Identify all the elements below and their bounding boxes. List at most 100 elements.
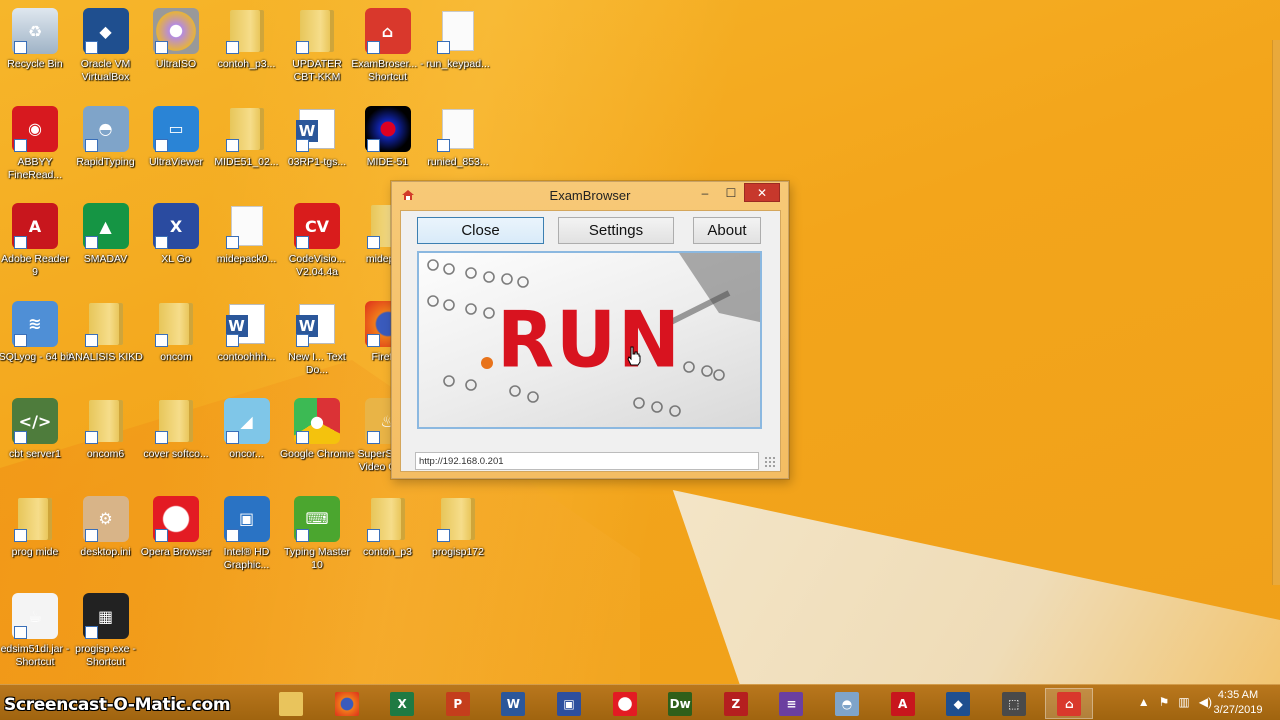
taskbar-button[interactable]: ▣ (545, 688, 593, 719)
minimize-button[interactable]: – (692, 183, 718, 202)
desktop-icon-label: runied_853... (427, 155, 489, 168)
desktop-icon[interactable]: ▦ progisp.exe - Shortcut (70, 589, 142, 681)
desktop-icon[interactable]: prog mide (0, 492, 71, 584)
desktop-icon-label: Typing Master 10 (284, 545, 350, 571)
taskbar-button[interactable]: Dw (656, 688, 704, 719)
desktop-icon[interactable]: contoohhh... (211, 297, 283, 389)
desktop-icon[interactable]: ▭ UltraViewer (140, 102, 212, 194)
desktop-icon[interactable]: midepack0... (211, 199, 283, 291)
desktop-icon-label: Opera Browser (140, 545, 212, 558)
taskbar-button[interactable]: ◓ (823, 688, 871, 719)
desktop-icon[interactable]: UltraISO (140, 4, 212, 96)
opera-icon (612, 691, 637, 716)
desktop-icon[interactable]: X XL Go (140, 199, 212, 291)
taskbar-clock[interactable]: 4:35 AM 3/27/2019 (1208, 688, 1268, 718)
desktop-icon[interactable]: oncom (140, 297, 212, 389)
desktop-icon[interactable]: MIDE-51 (352, 102, 424, 194)
desktop-icon[interactable]: CV CodeVisio... V2.04.4a (281, 199, 353, 291)
desktop-icon[interactable]: 03RP1-tgs... (281, 102, 353, 194)
desktop-icon[interactable]: ▲ SMADAV (70, 199, 142, 291)
desktop-icon[interactable]: ♻ Recycle Bin (0, 4, 71, 96)
run-banner-button[interactable]: RUN (417, 251, 762, 429)
intel-graphics-icon: ▣ (223, 495, 270, 542)
desktop-icon[interactable]: cover softco... (140, 394, 212, 486)
run-label: RUN (496, 294, 682, 386)
xl-go-icon: X (153, 203, 199, 249)
settings-button[interactable]: Settings (558, 217, 674, 244)
desktop-icon[interactable]: ● Google Chrome (280, 394, 354, 486)
desktop-icon[interactable]: </> cbt server1 (0, 394, 71, 486)
window-client-area: Close Settings About RUN http://192.168.… (400, 210, 781, 472)
virtualbox-icon: ◆ (946, 691, 971, 716)
desktop-icon[interactable]: Opera Browser (140, 492, 212, 584)
mide-icon (364, 105, 411, 152)
desktop-icon[interactable]: contoh_p3... (211, 4, 283, 96)
desktop-icon[interactable]: ANALISIS KIKD (68, 297, 143, 389)
desktop-icon-label: ANALISIS KIKD (68, 350, 143, 363)
desktop-icon[interactable]: ⌂ ExamBroser... - Shortcut (351, 4, 424, 96)
close-button[interactable]: Close (417, 217, 544, 244)
exambrowser-icon: ⌂ (1057, 691, 1082, 716)
desktop-icon-label: SMADAV (83, 253, 128, 265)
desktop-icon-label: UPDATER CBT-KKM (292, 58, 342, 83)
taskbar-button[interactable]: ⌂ (1045, 688, 1094, 719)
adobe-reader-icon: A (890, 691, 915, 716)
desktop-icon[interactable]: ◆ Oracle VM VirtualBox (70, 4, 142, 96)
taskbar-button[interactable] (267, 688, 315, 719)
desktop-icon[interactable]: ⌨ Typing Master 10 (281, 492, 353, 584)
desktop-icon[interactable]: ◓ RapidTyping (70, 102, 142, 194)
script-file-icon: </> (12, 398, 58, 444)
desktop-icon-label: CodeVisio... V2.04.4a (288, 253, 346, 278)
folder-icon (153, 301, 199, 347)
taskbar-button[interactable] (323, 688, 371, 719)
resize-grip[interactable] (764, 456, 776, 468)
taskbar-button[interactable]: ≡ (767, 688, 815, 719)
desktop-icon-label: UltraISO (155, 58, 197, 70)
desktop-icon[interactable]: New I... Text Do... (281, 297, 353, 389)
java-icon: ☕ (12, 593, 58, 639)
rapidtyping-icon: ◓ (835, 691, 859, 716)
network-icon[interactable]: ▥ (1178, 695, 1189, 709)
desktop-icon-label: oncom (160, 350, 192, 363)
desktop-icon[interactable]: ▣ Intel® HD Graphic... (211, 492, 283, 584)
maximize-button[interactable]: ☐ (718, 183, 744, 202)
excel-icon: X (390, 691, 415, 716)
desktop-icon[interactable]: ◉ ABBYY FineRead... (0, 102, 71, 194)
document-icon (224, 203, 270, 249)
desktop-icon[interactable]: A Adobe Reader 9 (0, 199, 71, 291)
desktop-icon[interactable]: contoh_p3 (352, 492, 424, 584)
taskbar-button[interactable] (601, 688, 649, 719)
desktop-icon[interactable]: ⚙ desktop.ini (70, 492, 142, 584)
taskbar-button[interactable]: W (489, 688, 537, 719)
taskbar-button[interactable]: Z (712, 688, 760, 719)
desktop-icon-label: progisp.exe - Shortcut (75, 643, 136, 668)
taskbar-button[interactable]: ⬚ (990, 688, 1038, 719)
about-button[interactable]: About (693, 217, 761, 244)
clock-date: 3/27/2019 (1213, 704, 1263, 716)
desktop-icon[interactable]: runied_853... (422, 102, 494, 194)
ultraiso-icon (153, 8, 199, 54)
desktop-icon[interactable]: MIDE51_02... (211, 102, 283, 194)
taskbar-button[interactable]: A (879, 688, 927, 719)
desktop-icon[interactable]: ≋ SQLyog - 64 bit (0, 297, 71, 389)
desktop-icon[interactable]: UPDATER CBT-KKM (281, 4, 353, 96)
powerpoint-icon: P (445, 691, 470, 716)
folder-icon (83, 301, 129, 347)
action-center-flag-icon[interactable]: ⚑ (1159, 695, 1170, 709)
taskbar-button[interactable]: ◆ (934, 688, 982, 719)
desktop-icon-label: desktop.ini (80, 545, 131, 558)
taskbar-button[interactable]: X (378, 688, 426, 719)
server-url-field[interactable]: http://192.168.0.201 (415, 452, 759, 470)
desktop-icon[interactable]: oncom6 (70, 394, 142, 486)
desktop-icon-label: XL Go (161, 253, 191, 265)
title-bar[interactable]: ExamBrowser – ☐ ✕ (392, 182, 788, 210)
desktop-icon[interactable]: ◢ oncor... (211, 394, 283, 486)
desktop-icon[interactable]: run_keypad... (422, 4, 494, 96)
close-window-button[interactable]: ✕ (744, 183, 780, 202)
taskbar-button[interactable]: P (434, 688, 482, 719)
tray-chevron-icon[interactable]: ▲ (1138, 695, 1150, 709)
desktop-icon[interactable]: ☕ edsim51di.jar - Shortcut (0, 589, 71, 681)
folder-icon (365, 496, 411, 542)
desktop-icon-label: Recycle Bin (7, 58, 63, 70)
desktop-icon[interactable]: progisp172 (422, 492, 494, 584)
